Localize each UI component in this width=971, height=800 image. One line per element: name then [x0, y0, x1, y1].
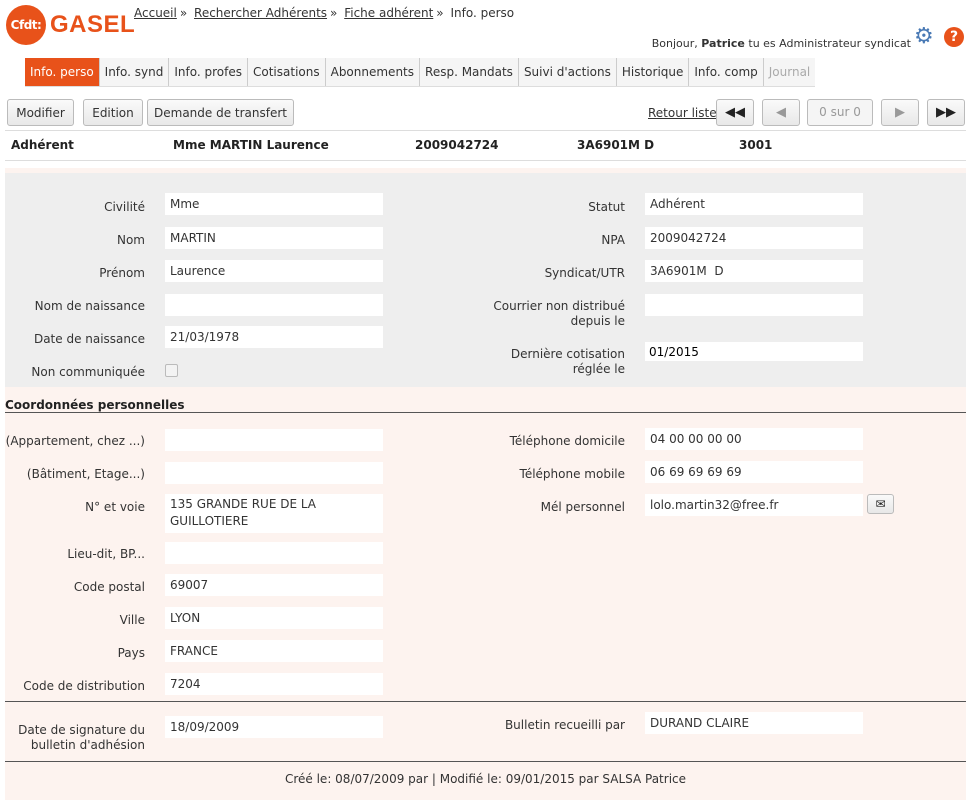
first-page-icon[interactable]: ◀◀	[716, 99, 754, 126]
voie-field[interactable]: 135 GRANDE RUE DE LA GUILLOTIERE	[165, 494, 383, 533]
divider	[5, 160, 966, 161]
statut-field[interactable]: Adhérent	[645, 193, 863, 215]
tel-mobile-field[interactable]: 06 69 69 69 69	[645, 461, 863, 483]
civilite-field[interactable]: Mme	[165, 193, 383, 215]
statut-label: Statut	[588, 200, 625, 214]
breadcrumb-accueil[interactable]: Accueil	[134, 6, 177, 20]
appartement-label: (Appartement, chez ...)	[5, 434, 145, 448]
voie-label: N° et voie	[85, 500, 145, 514]
tel-domicile-label: Téléphone domicile	[509, 434, 625, 448]
code-distribution-field[interactable]: 7204	[165, 673, 383, 695]
user-greeting: Bonjour, Patrice tu es Administrateur sy…	[651, 37, 911, 50]
appartement-field[interactable]	[165, 429, 383, 451]
courrier-field[interactable]	[645, 294, 863, 316]
code-postal-field[interactable]: 69007	[165, 574, 383, 596]
app-logo[interactable]: Cfdt: GASEL	[6, 5, 135, 45]
tab-info-comp[interactable]: Info. comp	[689, 58, 764, 86]
divider	[5, 761, 966, 762]
nom-naissance-label: Nom de naissance	[34, 299, 145, 313]
breadcrumb-fiche[interactable]: Fiche adhérent	[344, 6, 433, 20]
envelope-icon[interactable]: ✉	[867, 494, 894, 514]
date-naissance-label: Date de naissance	[33, 332, 145, 346]
tab-resp-mandats[interactable]: Resp. Mandats	[420, 58, 519, 86]
pays-field[interactable]: FRANCE	[165, 640, 383, 662]
nom-field[interactable]: MARTIN	[165, 227, 383, 249]
pays-label: Pays	[117, 646, 145, 660]
section-title-coordonnees: Coordonnées personnelles	[5, 398, 185, 412]
civilite-label: Civilité	[104, 200, 145, 214]
lieudit-field[interactable]	[165, 542, 383, 564]
mel-field[interactable]: lolo.martin32@free.fr	[645, 494, 863, 516]
nom-naissance-field[interactable]	[165, 294, 383, 316]
code-distribution-label: Code de distribution	[23, 679, 145, 693]
syndicat-field[interactable]: 3A6901M D	[645, 260, 863, 282]
back-to-list-link[interactable]: Retour liste	[648, 106, 717, 120]
summary-npa: 2009042724	[415, 138, 499, 152]
batiment-field[interactable]	[165, 462, 383, 484]
last-page-icon[interactable]: ▶▶	[927, 99, 965, 126]
tab-cotisations[interactable]: Cotisations	[248, 58, 326, 86]
derniere-cotisation-label: Dernière cotisation réglée le	[510, 347, 625, 376]
npa-field[interactable]: 2009042724	[645, 227, 863, 249]
ville-label: Ville	[119, 613, 145, 627]
tab-historique[interactable]: Historique	[616, 58, 690, 86]
prenom-field[interactable]: Laurence	[165, 260, 383, 282]
summary-syndicat: 3A6901M D	[577, 138, 655, 152]
derniere-cotisation-field[interactable]: 01/2015	[645, 342, 863, 361]
previous-page-icon[interactable]: ◀	[762, 99, 800, 126]
divider	[5, 130, 966, 131]
tab-info-perso[interactable]: Info. perso	[25, 58, 100, 86]
nom-label: Nom	[116, 233, 145, 247]
pager-status: 0 sur 0	[807, 99, 873, 126]
bulletin-recueilli-label: Bulletin recueilli par	[504, 718, 625, 732]
tab-info-synd[interactable]: Info. synd	[99, 58, 170, 86]
mel-label: Mél personnel	[540, 500, 625, 514]
tel-mobile-label: Téléphone mobile	[519, 467, 625, 481]
tab-suivi-actions[interactable]: Suivi d'actions	[518, 58, 617, 86]
prenom-label: Prénom	[99, 266, 145, 280]
ville-field[interactable]: LYON	[165, 607, 383, 629]
tab-abonnements[interactable]: Abonnements	[325, 58, 421, 86]
syndicat-label: Syndicat/UTR	[544, 266, 625, 280]
logo-name: GASEL	[50, 11, 136, 38]
date-naissance-field[interactable]: 21/03/1978	[165, 326, 383, 348]
user-name: Patrice	[701, 37, 745, 50]
record-audit-footer: Créé le: 08/07/2009 par | Modifié le: 09…	[284, 772, 687, 786]
code-postal-label: Code postal	[73, 580, 145, 594]
tab-journal: Journal	[763, 58, 816, 86]
gear-icon[interactable]: ⚙	[914, 26, 936, 48]
modify-button[interactable]: Modifier	[7, 99, 74, 126]
non-communiquee-checkbox[interactable]	[165, 364, 178, 377]
summary-type: Adhérent	[11, 138, 74, 152]
summary-name: Mme MARTIN Laurence	[173, 138, 329, 152]
transfer-request-button[interactable]: Demande de transfert	[147, 99, 294, 126]
breadcrumb: Accueil» Rechercher Adhérents» Fiche adh…	[134, 6, 515, 20]
lieudit-label: Lieu-dit, BP...	[67, 547, 145, 561]
non-communiquee-label: Non communiquée	[31, 365, 145, 379]
courrier-label: Courrier non distribué depuis le	[493, 299, 625, 328]
next-page-icon[interactable]: ▶	[881, 99, 919, 126]
logo-badge: Cfdt:	[6, 5, 46, 45]
summary-code: 3001	[739, 138, 773, 152]
batiment-label: (Bâtiment, Etage...)	[26, 467, 145, 481]
bulletin-recueilli-field[interactable]: DURAND CLAIRE	[645, 712, 863, 734]
date-signature-field[interactable]: 18/09/2009	[165, 716, 383, 738]
breadcrumb-current: Info. perso	[450, 6, 515, 20]
divider	[5, 701, 966, 702]
breadcrumb-rechercher[interactable]: Rechercher Adhérents	[194, 6, 327, 20]
tel-domicile-field[interactable]: 04 00 00 00 00	[645, 428, 863, 450]
npa-label: NPA	[601, 233, 625, 247]
date-signature-label: Date de signature du bulletin d'adhésion	[18, 723, 145, 752]
divider	[5, 412, 966, 413]
tab-bar: Info. perso Info. synd Info. profes Coti…	[25, 58, 816, 87]
tab-info-profes[interactable]: Info. profes	[169, 58, 248, 86]
help-icon[interactable]: ?	[944, 27, 964, 47]
edition-button[interactable]: Edition	[83, 99, 143, 126]
